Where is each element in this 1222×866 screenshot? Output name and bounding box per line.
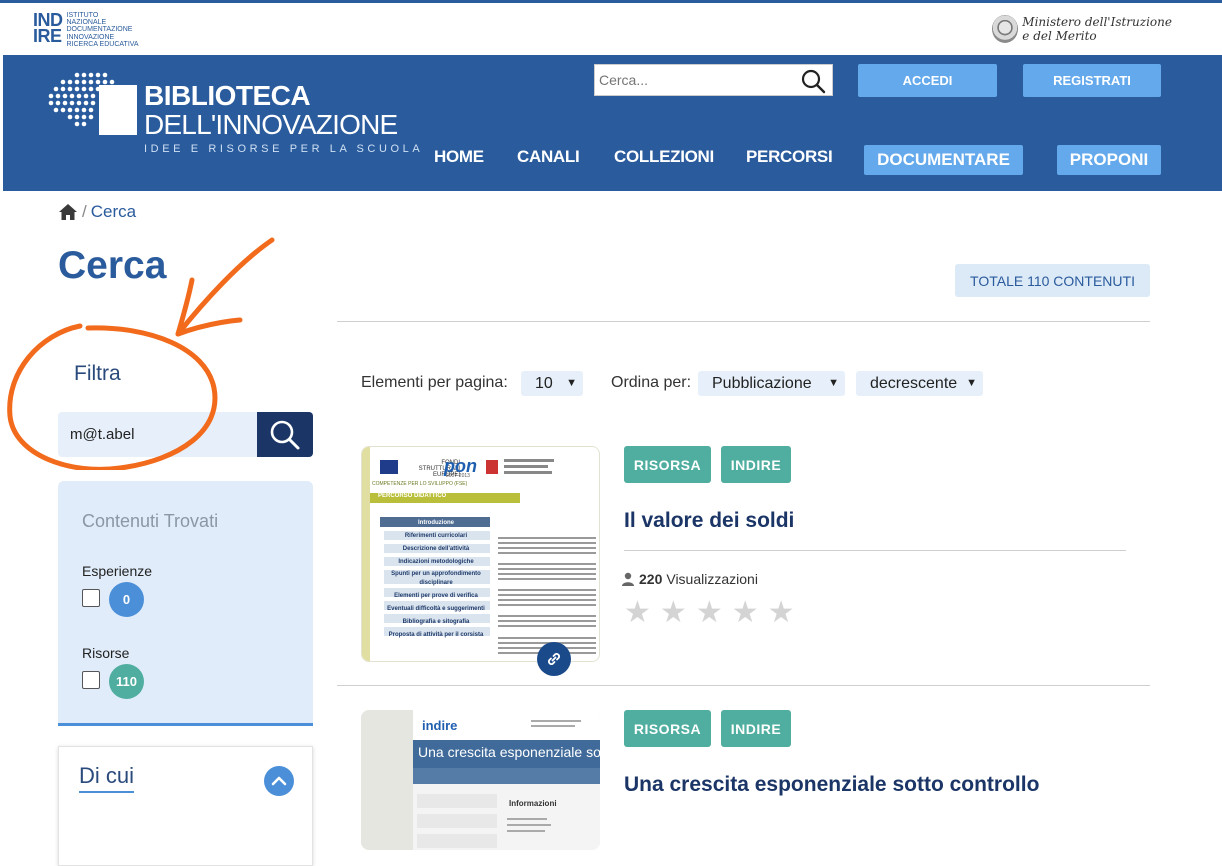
per-page-select[interactable]: 10 ▼ <box>521 371 583 396</box>
tag-risorsa[interactable]: RISORSA <box>624 446 711 483</box>
thumbnail-image <box>361 710 600 850</box>
home-icon[interactable] <box>58 203 78 221</box>
thumb-banner-text: Una crescita esponenziale sotto contro <box>418 744 600 760</box>
breadcrumb-separator: / <box>82 202 87 221</box>
thumb-menu: Introduzione Riferimenti curricolari Des… <box>387 520 485 638</box>
sort-select[interactable]: Pubblicazione ▼ <box>698 371 845 396</box>
user-icon <box>622 572 634 586</box>
indire-fullname: ISTITUTO NAZIONALE DOCUMENTAZIONE INNOVA… <box>66 12 139 48</box>
filter-label-esperienze: Esperienze <box>82 563 153 579</box>
filter-label-risorse: Risorse <box>82 645 130 661</box>
divider <box>624 550 1126 551</box>
nav-home[interactable]: HOME <box>434 147 484 167</box>
login-button[interactable]: ACCEDI <box>858 64 997 97</box>
count-badge-esperienze: 0 <box>109 582 144 617</box>
filter-search-input[interactable] <box>58 412 257 457</box>
per-page-label: Elementi per pagina: <box>361 374 508 391</box>
chevron-up-icon <box>271 776 287 786</box>
divider <box>337 321 1150 322</box>
dicui-title: Di cui <box>79 763 135 793</box>
order-value: decrescente <box>870 374 958 392</box>
thumb-pon-years: 2007-2013 <box>446 473 470 479</box>
tag-risorsa[interactable]: RISORSA <box>624 710 711 747</box>
star-icon[interactable]: ★ <box>660 598 687 628</box>
search-icon[interactable] <box>800 68 826 94</box>
site-header: BIBLIOTECA DELL'INNOVAZIONE IDEE E RISOR… <box>3 55 1222 191</box>
nav-canali[interactable]: CANALI <box>517 147 580 167</box>
collapse-toggle[interactable] <box>264 766 294 796</box>
sort-value: Pubblicazione <box>712 374 812 392</box>
nav-proponi[interactable]: PROPONI <box>1057 145 1161 175</box>
logo-title[interactable]: BIBLIOTECA <box>144 82 311 110</box>
rating-stars: ★ ★ ★ ★ ★ <box>624 598 795 628</box>
filter-search <box>58 412 313 457</box>
divider <box>337 685 1150 686</box>
thumb-competenze: COMPETENZE PER LO SVILUPPO (FSE) <box>372 481 468 487</box>
breadcrumb: / Cerca <box>58 202 136 222</box>
order-select[interactable]: decrescente ▼ <box>856 371 983 396</box>
chevron-down-icon: ▼ <box>566 377 577 389</box>
result-thumbnail[interactable] <box>361 710 600 850</box>
page-title: Cerca <box>58 244 167 287</box>
logo-tagline: IDEE E RISORSE PER LA SCUOLA <box>144 143 424 155</box>
biblioteca-logo-icon[interactable] <box>47 71 139 137</box>
found-contents-panel: Contenuti Trovati Esperienze 0 Risorse 1… <box>58 481 313 726</box>
site-search-input[interactable] <box>595 66 790 94</box>
site-search <box>594 64 833 96</box>
checkbox-esperienze[interactable] <box>82 589 100 607</box>
link-badge[interactable] <box>537 642 571 676</box>
star-icon[interactable]: ★ <box>624 598 651 628</box>
nav-percorsi[interactable]: PERCORSI <box>746 147 833 167</box>
filter-search-button[interactable] <box>257 412 313 457</box>
chevron-down-icon: ▼ <box>966 377 977 389</box>
per-page-value: 10 <box>535 374 553 392</box>
nav-documentare[interactable]: DOCUMENTARE <box>864 145 1023 175</box>
link-icon <box>548 653 560 665</box>
views-count: 220 Visualizzazioni <box>621 571 758 587</box>
indire-mark: IND IRE <box>33 10 63 46</box>
count-badge-risorse: 110 <box>109 664 144 699</box>
indire-logo[interactable]: IND IRE ISTITUTO NAZIONALE DOCUMENTAZION… <box>33 10 139 48</box>
thumb-section-title: PERCORSO DIDATTICO <box>378 493 447 499</box>
italian-emblem-icon <box>992 15 1019 43</box>
result-title[interactable]: Una crescita esponenziale sotto controll… <box>624 773 1039 797</box>
result-title[interactable]: Il valore dei soldi <box>624 509 794 533</box>
breadcrumb-current[interactable]: Cerca <box>91 202 136 222</box>
checkbox-risorse[interactable] <box>82 671 100 689</box>
tag-indire[interactable]: INDIRE <box>721 710 791 747</box>
chevron-down-icon: ▼ <box>828 377 839 389</box>
thumb-info-heading: Informazioni <box>509 799 557 808</box>
ministero-name: Ministero dell'Istruzione e del Merito <box>1022 15 1172 43</box>
found-contents-title: Contenuti Trovati <box>82 511 219 531</box>
tag-indire[interactable]: INDIRE <box>721 446 791 483</box>
thumb-indire-brand: indire <box>422 718 458 733</box>
search-icon <box>270 420 300 449</box>
sort-label: Ordina per: <box>611 374 692 391</box>
nav-collezioni[interactable]: COLLEZIONI <box>614 147 714 167</box>
views-number: 220 <box>639 571 663 587</box>
logo-title-line2[interactable]: DELL'INNOVAZIONE <box>144 111 398 139</box>
star-icon[interactable]: ★ <box>732 598 759 628</box>
institutional-bar: IND IRE ISTITUTO NAZIONALE DOCUMENTAZION… <box>0 3 1222 55</box>
filter-title: Filtra <box>74 362 121 385</box>
dicui-panel: Di cui <box>58 746 313 866</box>
views-label: Visualizzazioni <box>666 571 758 587</box>
ministero-logo[interactable]: Ministero dell'Istruzione e del Merito <box>992 15 1172 43</box>
total-contents-badge: TOTALE 110 CONTENUTI <box>955 264 1150 297</box>
register-button[interactable]: REGISTRATI <box>1023 64 1161 97</box>
star-icon[interactable]: ★ <box>696 598 723 628</box>
star-icon[interactable]: ★ <box>768 598 795 628</box>
